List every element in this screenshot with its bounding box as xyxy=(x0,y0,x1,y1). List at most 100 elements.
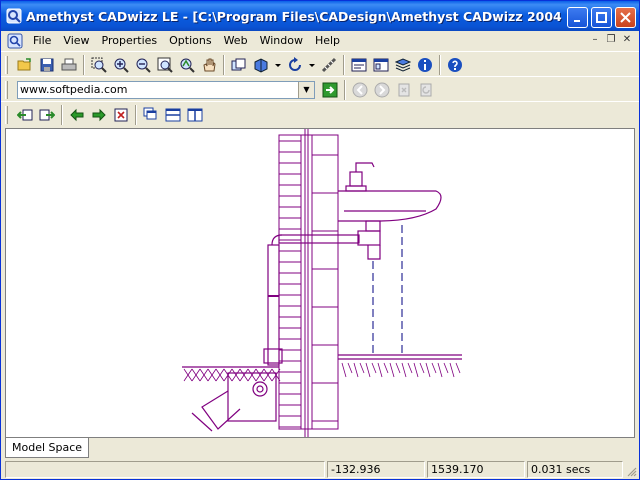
print-button[interactable] xyxy=(58,54,80,76)
shade-icon xyxy=(254,57,268,73)
forward-button[interactable] xyxy=(88,104,110,126)
zoom-previous-icon xyxy=(180,58,195,73)
properties-icon xyxy=(351,58,367,71)
toolbar-grip[interactable] xyxy=(5,55,8,74)
help-icon xyxy=(448,57,462,72)
next-doc-button[interactable] xyxy=(36,104,58,126)
mdi-restore-icon[interactable]: ❐ xyxy=(605,33,617,47)
ground-hatch xyxy=(377,362,383,378)
properties-button[interactable] xyxy=(348,54,370,76)
zoom-in-button[interactable] xyxy=(110,54,132,76)
ground-hatch xyxy=(401,362,407,378)
zoom-out-button[interactable] xyxy=(132,54,154,76)
ground-hatch xyxy=(389,362,395,378)
info-icon xyxy=(418,57,432,72)
menu-window[interactable]: Window xyxy=(254,31,309,50)
main-toolbar xyxy=(1,51,639,77)
close-icon xyxy=(620,12,631,23)
ground-hatch xyxy=(383,362,389,374)
shade-button[interactable] xyxy=(250,54,272,76)
menu-web[interactable]: Web xyxy=(218,31,254,50)
document-icon[interactable] xyxy=(7,33,23,49)
ground-hatch xyxy=(395,362,401,374)
status-x-coordinate: -132.936 xyxy=(327,461,425,478)
menu-properties[interactable]: Properties xyxy=(96,31,164,50)
ground-hatch xyxy=(347,362,353,374)
tile-horizontal-button[interactable] xyxy=(162,104,184,126)
tile-vertical-button[interactable] xyxy=(184,104,206,126)
zoom-window-button[interactable] xyxy=(88,54,110,76)
menu-help[interactable]: Help xyxy=(309,31,346,50)
toolbar-separator xyxy=(344,79,346,100)
cad-drawing xyxy=(182,129,462,437)
menu-view[interactable]: View xyxy=(57,31,95,50)
ground-hatch xyxy=(443,362,449,374)
tile-vertical-icon xyxy=(187,108,203,121)
resize-grip-icon[interactable] xyxy=(625,465,637,477)
tile-horizontal-icon xyxy=(165,108,181,121)
menu-bar: File View Properties Options Web Window … xyxy=(1,31,639,50)
menu-options[interactable]: Options xyxy=(163,31,217,50)
layout-tabs: Model Space xyxy=(5,438,635,458)
status-bar: -132.936 1539.170 0.031 secs xyxy=(1,459,639,479)
layers-icon xyxy=(231,58,246,70)
toolbar-grip[interactable] xyxy=(5,105,8,124)
web-back-button[interactable] xyxy=(349,79,371,101)
go-button[interactable] xyxy=(319,79,341,101)
layer-list-button[interactable] xyxy=(392,54,414,76)
app-window: Amethyst CADwizz LE - [C:\Program Files\… xyxy=(0,0,640,480)
help-button[interactable] xyxy=(444,54,466,76)
title-bar[interactable]: Amethyst CADwizz LE - [C:\Program Files\… xyxy=(1,1,639,31)
ground-hatch xyxy=(455,362,461,374)
web-refresh-button[interactable] xyxy=(415,79,437,101)
back-button[interactable] xyxy=(66,104,88,126)
zoom-extents-button[interactable] xyxy=(154,54,176,76)
web-stop-button[interactable] xyxy=(393,79,415,101)
prev-doc-icon xyxy=(17,109,33,120)
pan-button[interactable] xyxy=(198,54,220,76)
shade-dropdown[interactable] xyxy=(272,54,284,76)
wall-column-right xyxy=(311,134,339,430)
web-stop-icon xyxy=(398,83,410,96)
ground-hatch xyxy=(431,362,437,374)
web-toolbar: ▼ xyxy=(1,76,639,102)
zoom-out-icon xyxy=(136,58,151,73)
minimize-button[interactable] xyxy=(567,7,588,28)
mdi-minimize-icon[interactable]: – xyxy=(589,33,601,47)
address-combobox[interactable]: ▼ xyxy=(17,80,315,99)
measure-button[interactable] xyxy=(318,54,340,76)
address-dropdown-button[interactable]: ▼ xyxy=(298,81,314,98)
open-button[interactable] xyxy=(14,54,36,76)
window-toolbar xyxy=(1,101,639,127)
ground-hatch xyxy=(449,362,455,378)
maximize-button[interactable] xyxy=(591,7,612,28)
zoom-previous-button[interactable] xyxy=(176,54,198,76)
rotate-icon xyxy=(289,56,301,71)
prev-doc-button[interactable] xyxy=(14,104,36,126)
toolbar-separator xyxy=(223,54,225,75)
address-input[interactable] xyxy=(18,81,298,98)
ground-hatch xyxy=(413,362,419,378)
cascade-button[interactable] xyxy=(140,104,162,126)
info-button[interactable] xyxy=(414,54,436,76)
layers-button[interactable] xyxy=(228,54,250,76)
web-forward-button[interactable] xyxy=(371,79,393,101)
tab-model-space[interactable]: Model Space xyxy=(5,438,90,458)
chevron-down-icon xyxy=(309,63,315,67)
status-message xyxy=(5,461,325,478)
web-back-icon xyxy=(352,82,368,97)
mdi-close-icon[interactable]: ✕ xyxy=(621,33,633,47)
menu-file[interactable]: File xyxy=(27,31,57,50)
rotate-dropdown[interactable] xyxy=(306,54,318,76)
layout-button[interactable] xyxy=(370,54,392,76)
zoom-window-icon xyxy=(91,57,107,73)
close-doc-button[interactable] xyxy=(110,104,132,126)
rotate-button[interactable] xyxy=(284,54,306,76)
ground-hatch xyxy=(341,362,347,378)
mdi-controls: – ❐ ✕ xyxy=(589,33,633,47)
drawing-canvas[interactable] xyxy=(5,128,635,438)
save-button[interactable] xyxy=(36,54,58,76)
close-button[interactable] xyxy=(615,7,636,28)
toolbar-grip[interactable] xyxy=(5,80,8,99)
close-doc-icon xyxy=(114,108,128,121)
